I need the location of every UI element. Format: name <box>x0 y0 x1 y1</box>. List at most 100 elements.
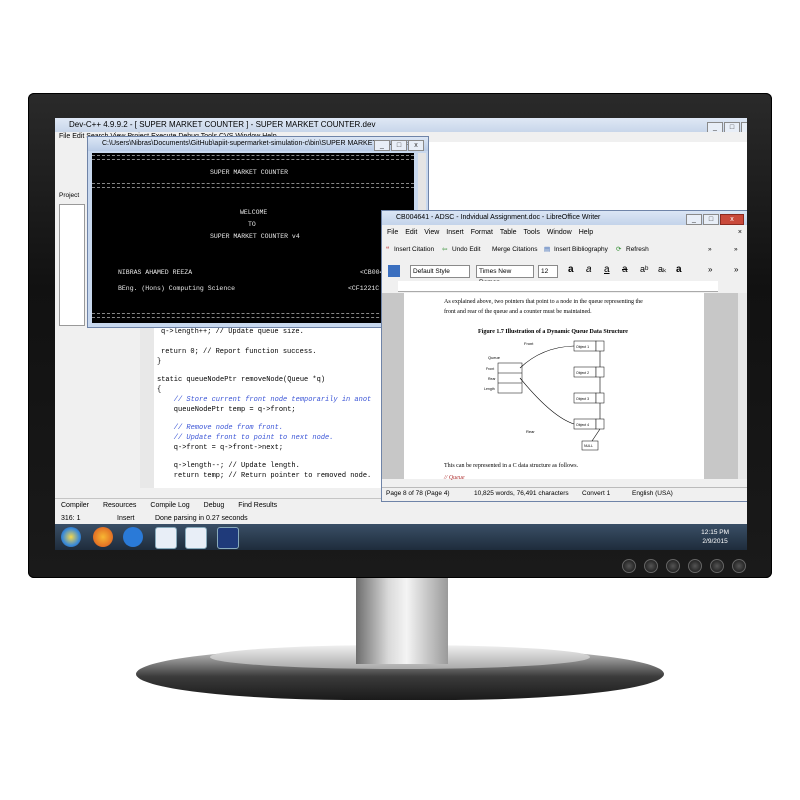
overflow-icon[interactable]: » <box>708 241 712 259</box>
console-divider <box>92 155 414 160</box>
overflow-icon[interactable]: » <box>708 265 712 274</box>
menu-table[interactable]: Table <box>500 229 517 236</box>
minimize-button[interactable]: _ <box>374 140 390 151</box>
minimize-button[interactable]: _ <box>686 214 702 225</box>
ruler[interactable] <box>398 281 718 292</box>
queue-diagram: Front Queue Front Rear Length Object 1 O… <box>484 340 605 451</box>
writer-menubar: File Edit View Insert Format Table Tools… <box>382 227 747 239</box>
close-button[interactable]: x <box>741 122 747 132</box>
bold-icon[interactable]: a <box>568 264 574 275</box>
writer-statusbar: Page 8 of 78 (Page 4) 10,825 words, 76,4… <box>382 487 747 500</box>
document-area[interactable]: As explained above, two pointers that po… <box>382 293 747 481</box>
menu-help[interactable]: Help <box>579 229 593 236</box>
start-button[interactable] <box>61 527 81 547</box>
monitor-button[interactable] <box>688 559 702 573</box>
refresh-button[interactable]: Refresh <box>626 241 649 259</box>
insert-citation-button[interactable]: Insert Citation <box>394 241 434 259</box>
undo-edit-button[interactable]: Undo Edit <box>452 241 481 259</box>
insert-bibliography-button[interactable]: Insert Bibliography <box>554 241 608 259</box>
tab-compiler[interactable]: Compiler <box>61 502 89 509</box>
code-line: q->length--; // Update length. <box>157 462 300 470</box>
word-count: 10,825 words, 76,491 characters <box>474 490 569 497</box>
diagram-node: Object 1 <box>576 345 589 349</box>
shadow-icon[interactable]: a <box>676 264 682 275</box>
strikethrough-icon[interactable]: a <box>622 264 628 275</box>
tab-resources[interactable]: Resources <box>103 502 136 509</box>
diagram-node: Object 3 <box>576 397 589 401</box>
menu-insert[interactable]: Insert <box>446 229 464 236</box>
code-line: q->length++; // Update queue size. <box>161 328 304 336</box>
clock-date: 2/9/2015 <box>702 538 728 545</box>
styles-icon[interactable] <box>388 265 400 277</box>
tab-debug[interactable]: Debug <box>204 502 225 509</box>
overflow-icon[interactable]: » <box>734 265 738 274</box>
code-line: } <box>157 358 162 366</box>
quote-icon: “ <box>386 246 390 253</box>
clock[interactable]: 12:15 PM 2/9/2015 <box>701 528 729 546</box>
writer-window[interactable]: CB004641 - ADSC - Indvidual Assignment.d… <box>381 210 747 502</box>
tab-compile-log[interactable]: Compile Log <box>150 502 189 509</box>
diagram-label: Rear <box>488 377 496 381</box>
messenger-icon[interactable] <box>123 527 143 547</box>
subscript-icon[interactable]: aₖ <box>658 264 667 275</box>
monitor-button[interactable] <box>732 559 746 573</box>
app-taskbar-icon[interactable] <box>185 527 207 549</box>
writer-taskbar-icon[interactable] <box>155 527 177 549</box>
diagram-node: NULL <box>584 444 593 448</box>
console-window[interactable]: C:\Users\Nibras\Documents\GitHub\apiit-s… <box>87 136 429 328</box>
paragraph-style-select[interactable]: Default Style <box>410 265 470 278</box>
code-comment-text: // Queue <box>444 475 465 481</box>
menu-format[interactable]: Format <box>471 229 493 236</box>
menu-tools[interactable]: Tools <box>524 229 540 236</box>
console-titlebar: C:\Users\Nibras\Documents\GitHub\apiit-s… <box>88 137 428 151</box>
maximize-button[interactable]: □ <box>703 214 719 225</box>
code-line: static queueNodePtr removeNode(Queue *q) <box>157 376 326 384</box>
font-size-select[interactable]: 12 <box>538 265 558 278</box>
tab-find-results[interactable]: Find Results <box>238 502 277 509</box>
close-button[interactable]: x <box>408 140 424 151</box>
console-author: NIBRAS AHAMED REEZA <box>118 269 193 276</box>
document-page[interactable]: As explained above, two pointers that po… <box>404 293 704 481</box>
menu-file[interactable]: File <box>387 229 398 236</box>
underline-icon[interactable]: a <box>604 264 610 275</box>
insert-mode: Insert <box>117 515 135 522</box>
code-comment: // Update front to point to next node. <box>157 434 334 442</box>
close-doc-icon[interactable]: × <box>738 227 742 239</box>
console-degree: BEng. (Hons) Computing Science <box>118 285 236 292</box>
menu-edit[interactable]: Edit <box>405 229 417 236</box>
power-button[interactable] <box>622 559 636 573</box>
close-button[interactable]: x <box>720 214 744 225</box>
diagram-label: Rear <box>526 429 535 434</box>
monitor-button[interactable] <box>644 559 658 573</box>
console-to: TO <box>248 221 256 228</box>
superscript-icon[interactable]: aᵇ <box>640 264 648 274</box>
project-tree[interactable] <box>59 204 85 326</box>
firefox-icon[interactable] <box>93 527 113 547</box>
maximize-button[interactable]: □ <box>724 122 740 132</box>
italic-icon[interactable]: a <box>586 264 592 275</box>
project-tab[interactable]: Project <box>59 192 79 199</box>
menu-window[interactable]: Window <box>547 229 572 236</box>
status-message: Done parsing in 0.27 seconds <box>155 515 248 522</box>
monitor-button[interactable] <box>666 559 680 573</box>
devcpp-taskbar-icon[interactable] <box>217 527 239 549</box>
console-output[interactable]: SUPER MARKET COUNTER WELCOME TO SUPER MA… <box>92 153 414 323</box>
zotero-toolbar: “ Insert Citation ⇦ Undo Edit Merge Cita… <box>382 241 747 259</box>
menu-view[interactable]: View <box>424 229 439 236</box>
overflow-icon[interactable]: » <box>734 241 738 259</box>
document-scrollbar[interactable] <box>738 293 747 479</box>
minimize-button[interactable]: _ <box>707 122 723 132</box>
paragraph-text: As explained above, two pointers that po… <box>444 299 643 305</box>
language-status: English (USA) <box>632 490 673 497</box>
maximize-button[interactable]: □ <box>391 140 407 151</box>
screen: Dev-C++ 4.9.9.2 - [ SUPER MARKET COUNTER… <box>55 118 747 550</box>
writer-titlebar: CB004641 - ADSC - Indvidual Assignment.d… <box>382 211 747 225</box>
code-line: { <box>157 386 162 394</box>
refresh-icon: ⟳ <box>616 246 622 253</box>
page-count: Page 8 of 78 (Page 4) <box>386 490 450 497</box>
monitor-button[interactable] <box>710 559 724 573</box>
font-name-select[interactable]: Times New Roman <box>476 265 534 286</box>
diagram-label: Length <box>484 387 495 391</box>
merge-citations-button[interactable]: Merge Citations <box>492 241 538 259</box>
convert-status: Convert 1 <box>582 490 611 497</box>
